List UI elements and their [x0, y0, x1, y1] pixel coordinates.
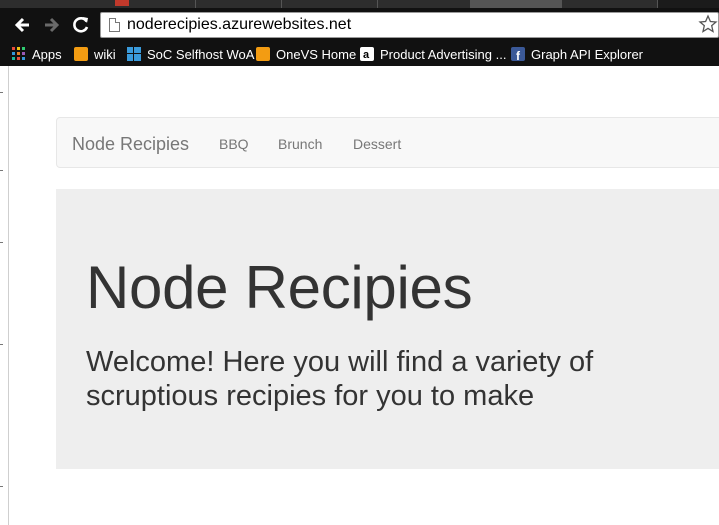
- svg-text:a: a: [363, 49, 370, 61]
- browser-tab-active[interactable]: [471, 0, 562, 8]
- wiki-icon: [74, 47, 88, 61]
- edge-tick: [0, 344, 3, 345]
- bookmark-label: OneVS Home: [276, 46, 357, 62]
- nav-link-bbq[interactable]: BBQ: [219, 136, 249, 152]
- url-text: noderecipies.azurewebsites.net: [127, 16, 352, 33]
- reload-button[interactable]: [70, 14, 92, 36]
- amazon-icon: a: [360, 47, 374, 61]
- star-icon: [698, 14, 718, 33]
- browser-tab[interactable]: [196, 0, 282, 8]
- bookmark-label: wiki: [94, 46, 116, 62]
- edge-tick: [0, 242, 3, 243]
- bookmark-onevs-home[interactable]: OneVS Home: [256, 44, 356, 64]
- browser-tab[interactable]: [562, 0, 658, 8]
- page-icon: [109, 18, 120, 32]
- address-bar[interactable]: noderecipies.azurewebsites.net: [100, 12, 719, 38]
- bookmarks-bar: Apps wiki SoC Selfhost WoA OneVS Home a …: [0, 42, 719, 66]
- window-left-edge: [0, 66, 9, 525]
- back-button[interactable]: [12, 14, 34, 36]
- bookmark-label: Apps: [32, 46, 62, 62]
- forward-button[interactable]: [40, 14, 62, 36]
- navbar-brand[interactable]: Node Recipies: [72, 134, 189, 155]
- bookmark-star-button[interactable]: [698, 12, 718, 36]
- bookmark-label: SoC Selfhost WoA: [147, 46, 255, 62]
- jumbotron: Node Recipies Welcome! Here you will fin…: [56, 189, 719, 469]
- bookmark-label: Graph API Explorer: [531, 46, 643, 62]
- site-navbar: Node Recipies BBQ Brunch Dessert: [56, 117, 719, 168]
- nav-link-brunch[interactable]: Brunch: [278, 136, 322, 152]
- bookmark-soc-selfhost-woa[interactable]: SoC Selfhost WoA: [127, 44, 254, 64]
- bookmark-apps[interactable]: Apps: [12, 44, 62, 64]
- edge-tick: [0, 486, 3, 487]
- forward-arrow-icon: [45, 17, 60, 33]
- browser-tab-strip: [0, 0, 719, 8]
- tab-favicon-icon: [115, 0, 129, 6]
- nav-link-dessert[interactable]: Dessert: [353, 136, 401, 152]
- bookmark-label: Product Advertising ...: [380, 46, 507, 62]
- svg-text:f: f: [516, 49, 521, 61]
- browser-tab[interactable]: [378, 0, 471, 8]
- jumbotron-lead: Welcome! Here you will find a variety of…: [86, 346, 594, 412]
- back-arrow-icon: [14, 17, 29, 33]
- reload-icon: [73, 17, 89, 33]
- bookmark-product-advertising[interactable]: a Product Advertising ...: [360, 44, 506, 64]
- browser-tab[interactable]: [100, 0, 196, 8]
- browser-tab[interactable]: [282, 0, 378, 8]
- bookmark-graph-api-explorer[interactable]: f Graph API Explorer: [511, 44, 643, 64]
- onevs-icon: [256, 47, 270, 61]
- bookmark-wiki[interactable]: wiki: [74, 44, 116, 64]
- facebook-icon: f: [511, 47, 525, 63]
- windows-icon: [127, 47, 141, 61]
- browser-tab[interactable]: [0, 0, 101, 8]
- edge-tick: [0, 170, 3, 171]
- apps-grid-icon: [12, 47, 26, 61]
- jumbotron-title: Node Recipies: [86, 254, 473, 321]
- edge-tick: [0, 92, 3, 93]
